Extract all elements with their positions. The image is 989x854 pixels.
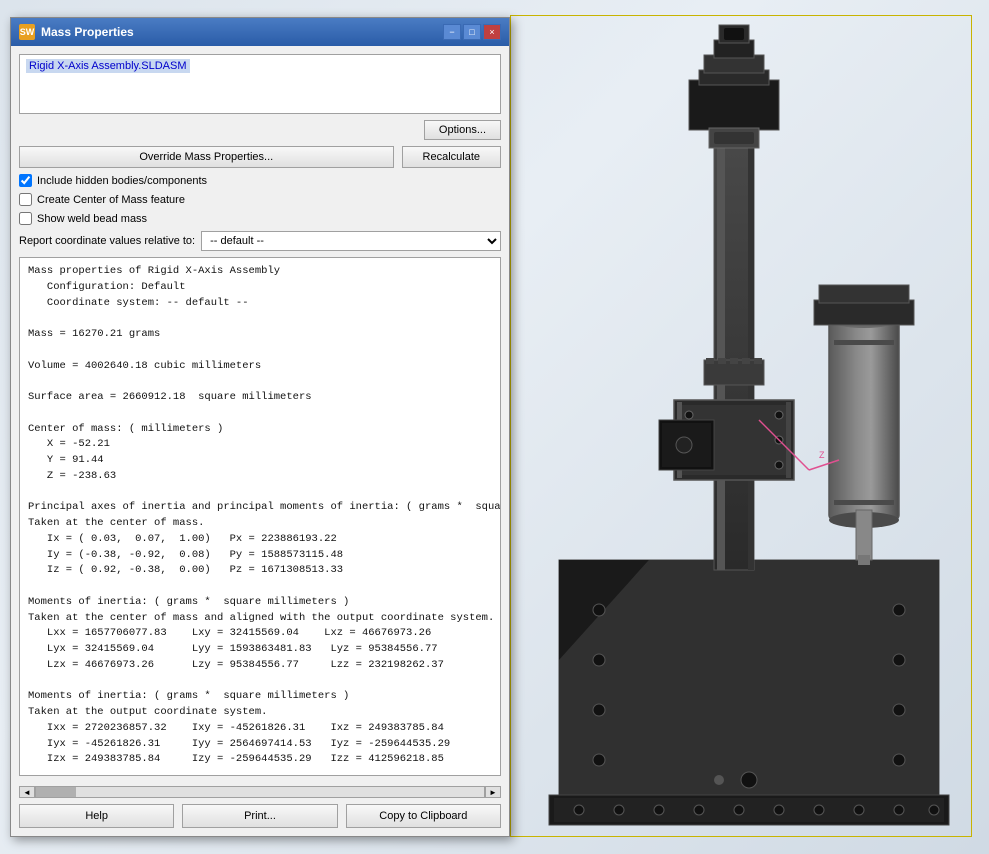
mass-data-line (28, 485, 492, 501)
minimize-button[interactable]: − (443, 24, 461, 40)
options-row: Options... (19, 120, 501, 140)
mass-data-line (28, 343, 492, 359)
include-hidden-row: Include hidden bodies/components (19, 174, 501, 187)
mass-data-line (28, 311, 492, 327)
mass-properties-dialog: SW Mass Properties − □ × Rigid X-Axis As… (10, 17, 510, 837)
mass-data-line: Surface area = 2660912.18 square millime… (28, 390, 492, 406)
scroll-left-arrow[interactable]: ◄ (19, 786, 35, 798)
mass-data-line: Lzx = 46676973.26 Lzy = 95384556.77 Lzz … (28, 658, 492, 674)
mass-data-line: Principal axes of inertia and principal … (28, 500, 492, 516)
scroll-thumb (36, 787, 76, 797)
app-icon-text: SW (20, 27, 35, 37)
close-button[interactable]: × (483, 24, 501, 40)
scroll-bar[interactable] (35, 786, 485, 798)
mass-data-line: Volume = 4002640.18 cubic millimeters (28, 359, 492, 375)
bottom-buttons: Help Print... Copy to Clipboard (11, 800, 509, 836)
override-button[interactable]: Override Mass Properties... (19, 146, 394, 168)
mass-data-line: Iy = (-0.38, -0.92, 0.08) Py = 158857311… (28, 548, 492, 564)
mass-data-line: X = -52.21 (28, 437, 492, 453)
svg-text:Z: Z (819, 450, 825, 460)
mass-data-line: Iz = ( 0.92, -0.38, 0.00) Pz = 167130851… (28, 563, 492, 579)
mass-data-line: Z = -238.63 (28, 469, 492, 485)
mass-data-line: Y = 91.44 (28, 453, 492, 469)
coordinate-label: Report coordinate values relative to: (19, 235, 195, 247)
include-hidden-checkbox[interactable] (19, 174, 32, 187)
mass-data-line: Ixx = 2720236857.32 Ixy = -45261826.31 I… (28, 721, 492, 737)
title-bar-left: SW Mass Properties (19, 24, 134, 40)
mass-data-line: Lyx = 32415569.04 Lyy = 1593863481.83 Ly… (28, 642, 492, 658)
mass-data-line (28, 579, 492, 595)
mass-data-line (28, 374, 492, 390)
show-weld-checkbox[interactable] (19, 212, 32, 225)
coordinate-dropdown-row: Report coordinate values relative to: --… (19, 231, 501, 251)
mass-data-line: Izx = 249383785.84 Izy = -259644535.29 I… (28, 752, 492, 768)
copy-to-clipboard-button[interactable]: Copy to Clipboard (346, 804, 501, 828)
help-button[interactable]: Help (19, 804, 174, 828)
mass-data-display: Mass properties of Rigid X-Axis Assembly… (19, 257, 501, 776)
mass-data-line: Mass properties of Rigid X-Axis Assembly (28, 264, 492, 280)
create-center-row: Create Center of Mass feature (19, 193, 501, 206)
mass-data-line (28, 406, 492, 422)
mass-data-line: Coordinate system: -- default -- (28, 296, 492, 312)
create-center-label: Create Center of Mass feature (37, 194, 185, 206)
cad-machine-svg: Z (519, 20, 979, 840)
mass-data-line: Iyx = -45261826.31 Iyy = 2564697414.53 I… (28, 737, 492, 753)
mass-data-line: Taken at the output coordinate system. (28, 705, 492, 721)
coordinate-select[interactable]: -- default -- (201, 231, 501, 251)
title-bar: SW Mass Properties − □ × (11, 18, 509, 46)
assembly-name-box: Rigid X-Axis Assembly.SLDASM (19, 54, 501, 114)
print-button[interactable]: Print... (182, 804, 337, 828)
title-controls: − □ × (443, 24, 501, 40)
assembly-name-text: Rigid X-Axis Assembly.SLDASM (26, 59, 190, 73)
mass-data-line: Moments of inertia: ( grams * square mil… (28, 595, 492, 611)
mass-data-line: Configuration: Default (28, 280, 492, 296)
mass-data-line: Lxx = 1657706077.83 Lxy = 32415569.04 Lx… (28, 626, 492, 642)
mass-data-line: Ix = ( 0.03, 0.07, 1.00) Px = 223886193.… (28, 532, 492, 548)
scroll-row: ◄ ► (11, 784, 509, 800)
override-recalculate-row: Override Mass Properties... Recalculate (19, 146, 501, 168)
options-button[interactable]: Options... (424, 120, 501, 140)
recalculate-button[interactable]: Recalculate (402, 146, 501, 168)
mass-data-line (28, 674, 492, 690)
show-weld-row: Show weld bead mass (19, 212, 501, 225)
mass-data-line: Taken at the center of mass and aligned … (28, 611, 492, 627)
mass-data-line: Moments of inertia: ( grams * square mil… (28, 689, 492, 705)
maximize-button[interactable]: □ (463, 24, 481, 40)
mass-data-line: Taken at the center of mass. (28, 516, 492, 532)
mass-data-line: Mass = 16270.21 grams (28, 327, 492, 343)
show-weld-label: Show weld bead mass (37, 213, 147, 225)
mass-data-line: Center of mass: ( millimeters ) (28, 422, 492, 438)
dialog-title: Mass Properties (41, 25, 134, 39)
include-hidden-label: Include hidden bodies/components (37, 175, 207, 187)
app-icon: SW (19, 24, 35, 40)
create-center-checkbox[interactable] (19, 193, 32, 206)
scroll-right-arrow[interactable]: ► (485, 786, 501, 798)
dialog-content: Rigid X-Axis Assembly.SLDASM Options... … (11, 46, 509, 784)
